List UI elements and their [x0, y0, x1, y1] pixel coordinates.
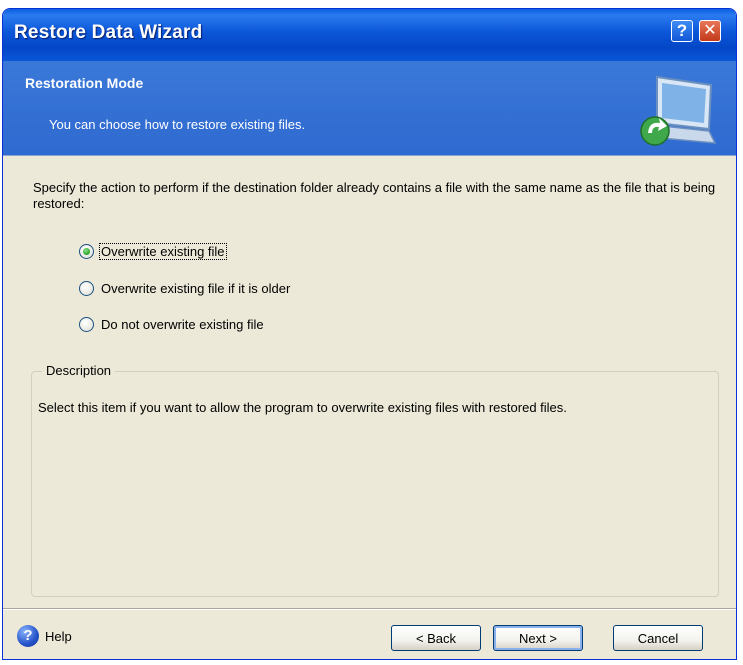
prompt-text: Specify the action to perform if the des…: [33, 180, 716, 211]
option-label[interactable]: Overwrite existing file: [99, 242, 227, 260]
close-button[interactable]: ✕: [699, 20, 721, 42]
wizard-window: Restore Data Wizard ? ✕ Restoration Mode…: [2, 8, 737, 660]
radio-overwrite-existing[interactable]: [79, 243, 94, 259]
footer-divider: [3, 608, 736, 610]
next-button[interactable]: Next >: [493, 625, 583, 651]
description-legend: Description: [42, 363, 116, 378]
option-label[interactable]: Overwrite existing file if it is older: [99, 280, 292, 297]
radio-do-not-overwrite[interactable]: [79, 316, 94, 332]
radio-overwrite-if-older[interactable]: [79, 280, 94, 296]
window-title: Restore Data Wizard: [14, 22, 203, 43]
cancel-button[interactable]: Cancel: [613, 625, 703, 651]
description-groupbox: Description Select this item if you want…: [31, 363, 719, 597]
option-do-not-overwrite[interactable]: Do not overwrite existing file: [79, 313, 266, 335]
help-link[interactable]: ? Help: [17, 625, 72, 647]
wizard-header: Restoration Mode You can choose how to r…: [3, 61, 736, 156]
option-label[interactable]: Do not overwrite existing file: [99, 316, 266, 333]
wizard-content: Specify the action to perform if the des…: [3, 156, 736, 606]
help-icon[interactable]: ?: [17, 625, 39, 647]
step-subtitle: You can choose how to restore existing f…: [49, 117, 306, 132]
description-text: Select this item if you want to allow th…: [38, 400, 567, 415]
option-overwrite-if-older[interactable]: Overwrite existing file if it is older: [79, 277, 292, 299]
step-title: Restoration Mode: [25, 75, 144, 91]
help-title-button[interactable]: ?: [671, 20, 693, 42]
option-overwrite[interactable]: Overwrite existing file: [79, 240, 227, 262]
title-bar[interactable]: Restore Data Wizard ? ✕: [3, 9, 736, 61]
computer-restore-arrow-icon: [640, 75, 717, 146]
back-button[interactable]: < Back: [391, 625, 481, 651]
help-label[interactable]: Help: [45, 629, 72, 644]
